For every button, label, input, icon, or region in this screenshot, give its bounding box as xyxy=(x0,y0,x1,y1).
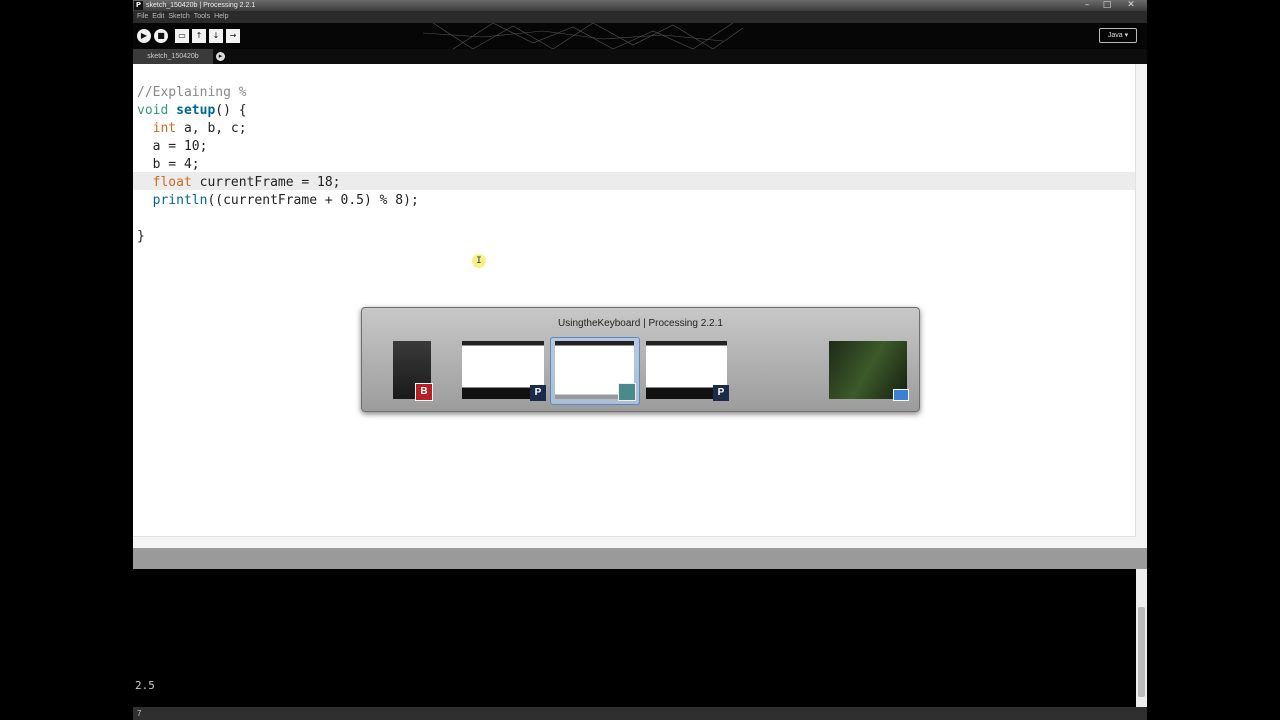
menu-file[interactable]: File xyxy=(137,11,148,23)
editor-horizontal-scrollbar[interactable] xyxy=(133,536,1136,548)
switcher-window-bandicam[interactable]: B xyxy=(393,341,433,401)
open-button[interactable]: ↑ xyxy=(192,29,206,43)
processing-app-icon: P xyxy=(134,1,143,10)
window-title: sketch_150420b | Processing 2.2.1 xyxy=(146,2,256,9)
processing-icon: P xyxy=(713,385,729,401)
switcher-desktop[interactable] xyxy=(829,341,909,401)
processing-window-icon xyxy=(618,383,636,401)
title-bar: P sketch_150420b | Processing 2.2.1 – □ … xyxy=(133,0,1147,11)
toolbar: ▶ ■ ▭ ↑ ↓ → Java ▾ xyxy=(133,23,1147,49)
tab-sketch[interactable]: sketch_150420b xyxy=(133,49,213,64)
switcher-title: UsingtheKeyboard | Processing 2.2.1 xyxy=(558,318,723,329)
processing-icon: P xyxy=(530,385,546,401)
console-scroll-thumb[interactable] xyxy=(1138,607,1145,697)
menu-help[interactable]: Help xyxy=(214,11,228,23)
minimize-button[interactable]: – xyxy=(1077,0,1097,11)
desktop-icon xyxy=(893,389,909,401)
code-line: b = 4; xyxy=(137,157,200,172)
bandicam-icon: B xyxy=(415,383,433,401)
window-switcher: UsingtheKeyboard | Processing 2.2.1 B P … xyxy=(361,307,920,412)
console-output: 2.5 xyxy=(135,679,155,692)
message-area xyxy=(133,548,1147,569)
maximize-button[interactable]: □ xyxy=(1097,0,1117,11)
console-scrollbar[interactable] xyxy=(1136,569,1147,707)
menu-bar: File Edit Sketch Tools Help xyxy=(133,11,1147,23)
toolbar-background-pattern xyxy=(422,23,744,49)
switcher-window-processing-2[interactable]: P xyxy=(646,341,729,401)
close-button[interactable]: ✕ xyxy=(1121,0,1141,11)
run-button[interactable]: ▶ xyxy=(137,29,151,43)
new-button[interactable]: ▭ xyxy=(175,29,189,43)
code-line: println((currentFrame + 0.5) % 8); xyxy=(152,193,419,208)
code-line: float currentFrame = 18; xyxy=(152,175,341,190)
text-cursor-icon: I xyxy=(472,254,486,268)
save-button[interactable]: ↓ xyxy=(209,29,223,43)
code-line: } xyxy=(137,229,145,244)
mode-selector[interactable]: Java ▾ xyxy=(1099,28,1137,43)
menu-tools[interactable]: Tools xyxy=(194,11,210,23)
code-editor[interactable]: //Explaining % void setup() { int a, b, … xyxy=(133,64,1147,548)
tab-menu-arrow-icon[interactable]: ▸ xyxy=(216,52,225,61)
switcher-window-processing-current[interactable] xyxy=(555,341,636,401)
menu-sketch[interactable]: Sketch xyxy=(168,11,189,23)
menu-edit[interactable]: Edit xyxy=(152,11,164,23)
console: 2.5 xyxy=(133,569,1136,707)
code-line: int a, b, c; xyxy=(152,121,247,136)
code-line: void setup() { xyxy=(137,103,247,118)
export-button[interactable]: → xyxy=(226,29,240,43)
stop-button[interactable]: ■ xyxy=(154,29,168,43)
code-line: a = 10; xyxy=(137,139,208,154)
editor-vertical-scrollbar[interactable] xyxy=(1135,64,1147,548)
switcher-window-processing-1[interactable]: P xyxy=(462,341,546,401)
tab-bar: sketch_150420b ▸ xyxy=(133,49,1147,64)
code-line: //Explaining % xyxy=(137,85,247,100)
status-line-number: 7 xyxy=(133,707,1147,720)
